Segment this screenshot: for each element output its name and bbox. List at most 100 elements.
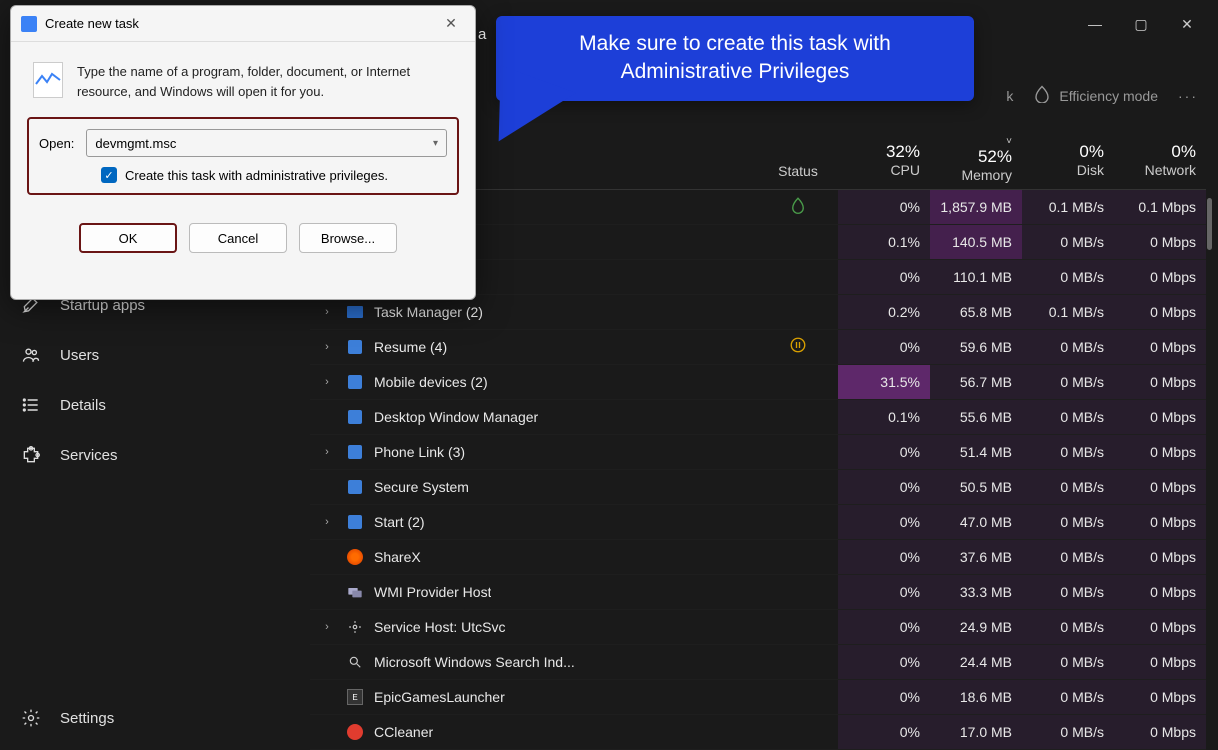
process-icon: E bbox=[346, 688, 364, 706]
leaf-icon bbox=[1033, 85, 1051, 106]
browse-button[interactable]: Browse... bbox=[299, 223, 397, 253]
maximize-button[interactable]: ▢ bbox=[1118, 8, 1164, 40]
disk-cell: 0 MB/s bbox=[1022, 260, 1114, 294]
process-icon bbox=[346, 408, 364, 426]
cpu-cell: 31.5% bbox=[838, 365, 930, 399]
dialog-app-icon bbox=[21, 16, 37, 32]
memory-cell: 140.5 MB bbox=[930, 225, 1022, 259]
expand-chevron-icon[interactable]: › bbox=[318, 621, 336, 633]
disk-cell: 0 MB/s bbox=[1022, 330, 1114, 364]
memory-cell: 47.0 MB bbox=[930, 505, 1022, 539]
process-row[interactable]: Microsoft Windows Search Ind...0%24.4 MB… bbox=[310, 645, 1206, 680]
memory-cell: 24.9 MB bbox=[930, 610, 1022, 644]
dialog-description: Type the name of a program, folder, docu… bbox=[77, 62, 453, 101]
network-cell: 0 Mbps bbox=[1114, 505, 1206, 539]
disk-cell: 0 MB/s bbox=[1022, 435, 1114, 469]
sidebar-label: Settings bbox=[60, 710, 114, 727]
cpu-cell: 0.1% bbox=[838, 225, 930, 259]
dialog-close-button[interactable]: ✕ bbox=[437, 10, 465, 38]
process-row[interactable]: WMI Provider Host0%33.3 MB0 MB/s0 Mbps bbox=[310, 575, 1206, 610]
process-icon bbox=[346, 653, 364, 671]
gear-icon bbox=[20, 707, 42, 729]
close-button[interactable]: ✕ bbox=[1164, 8, 1210, 40]
process-row[interactable]: ›Phone Link (3)0%51.4 MB0 MB/s0 Mbps bbox=[310, 435, 1206, 470]
more-button[interactable]: ··· bbox=[1178, 88, 1198, 104]
memory-cell: 65.8 MB bbox=[930, 295, 1022, 329]
disk-cell: 0 MB/s bbox=[1022, 680, 1114, 714]
sidebar-item-details[interactable]: Details bbox=[0, 380, 300, 430]
cpu-cell: 0.1% bbox=[838, 400, 930, 434]
process-row[interactable]: ›Start (2)0%47.0 MB0 MB/s0 Mbps bbox=[310, 505, 1206, 540]
process-status bbox=[758, 336, 838, 359]
sidebar-item-users[interactable]: Users bbox=[0, 330, 300, 380]
network-cell: 0 Mbps bbox=[1114, 680, 1206, 714]
run-icon bbox=[33, 62, 63, 98]
network-cell: 0 Mbps bbox=[1114, 365, 1206, 399]
process-name: Resume (4) bbox=[374, 339, 447, 355]
sidebar-item-services[interactable]: Services bbox=[0, 430, 300, 480]
open-combobox[interactable]: devmgmt.msc ▾ bbox=[86, 129, 447, 157]
chevron-down-icon[interactable]: ▾ bbox=[433, 138, 438, 149]
disk-cell: 0 MB/s bbox=[1022, 365, 1114, 399]
column-network[interactable]: 0% Network bbox=[1114, 130, 1206, 189]
admin-privileges-label: Create this task with administrative pri… bbox=[125, 168, 388, 183]
column-disk[interactable]: 0% Disk bbox=[1022, 130, 1114, 189]
sidebar-label: Services bbox=[60, 447, 118, 464]
cpu-cell: 0% bbox=[838, 505, 930, 539]
network-cell: 0 Mbps bbox=[1114, 540, 1206, 574]
disk-cell: 0.1 MB/s bbox=[1022, 190, 1114, 224]
process-row[interactable]: CCleaner0%17.0 MB0 MB/s0 Mbps bbox=[310, 715, 1206, 750]
ok-button[interactable]: OK bbox=[79, 223, 177, 253]
admin-privileges-checkbox[interactable]: ✓ bbox=[101, 167, 117, 183]
scrollbar-thumb[interactable] bbox=[1207, 198, 1212, 250]
process-name: WMI Provider Host bbox=[374, 584, 491, 600]
cancel-button[interactable]: Cancel bbox=[189, 223, 287, 253]
process-row[interactable]: ›Resume (4)0%59.6 MB0 MB/s0 Mbps bbox=[310, 330, 1206, 365]
cpu-cell: 0% bbox=[838, 610, 930, 644]
sidebar-label: Details bbox=[60, 397, 106, 414]
cpu-cell: 0% bbox=[838, 680, 930, 714]
process-row[interactable]: ›Task Manager (2)0.2%65.8 MB0.1 MB/s0 Mb… bbox=[310, 295, 1206, 330]
disk-cell: 0 MB/s bbox=[1022, 645, 1114, 679]
expand-chevron-icon[interactable]: › bbox=[318, 306, 336, 318]
dialog-titlebar: Create new task ✕ bbox=[11, 6, 475, 42]
column-status[interactable]: Status bbox=[758, 130, 838, 189]
process-row[interactable]: Secure System0%50.5 MB0 MB/s0 Mbps bbox=[310, 470, 1206, 505]
expand-chevron-icon[interactable]: › bbox=[318, 516, 336, 528]
expand-chevron-icon[interactable]: › bbox=[318, 446, 336, 458]
minimize-button[interactable]: — bbox=[1072, 8, 1118, 40]
disk-cell: 0 MB/s bbox=[1022, 715, 1114, 749]
sidebar-label: Users bbox=[60, 347, 99, 364]
cpu-cell: 0% bbox=[838, 540, 930, 574]
column-memory[interactable]: ˅ 52% Memory bbox=[930, 130, 1022, 189]
open-label: Open: bbox=[39, 136, 74, 151]
network-cell: 0 Mbps bbox=[1114, 330, 1206, 364]
memory-cell: 59.6 MB bbox=[930, 330, 1022, 364]
process-row[interactable]: ›Mobile devices (2)31.5%56.7 MB0 MB/s0 M… bbox=[310, 365, 1206, 400]
memory-cell: 17.0 MB bbox=[930, 715, 1022, 749]
sidebar: Startup apps Users Details Services bbox=[0, 280, 300, 480]
sort-indicator-icon: ˅ bbox=[940, 136, 1012, 147]
process-icon bbox=[346, 618, 364, 636]
column-cpu[interactable]: 32% CPU bbox=[838, 130, 930, 189]
memory-cell: 110.1 MB bbox=[930, 260, 1022, 294]
disk-cell: 0 MB/s bbox=[1022, 400, 1114, 434]
process-name: CCleaner bbox=[374, 724, 433, 740]
sidebar-item-settings[interactable]: Settings bbox=[0, 693, 300, 743]
puzzle-icon bbox=[20, 444, 42, 466]
process-icon bbox=[346, 373, 364, 391]
process-row[interactable]: Desktop Window Manager0.1%55.6 MB0 MB/s0… bbox=[310, 400, 1206, 435]
expand-chevron-icon[interactable]: › bbox=[318, 376, 336, 388]
process-row[interactable]: EEpicGamesLauncher0%18.6 MB0 MB/s0 Mbps bbox=[310, 680, 1206, 715]
highlighted-input-area: Open: devmgmt.msc ▾ ✓ Create this task w… bbox=[27, 117, 459, 195]
expand-chevron-icon[interactable]: › bbox=[318, 341, 336, 353]
cpu-cell: 0% bbox=[838, 575, 930, 609]
cpu-cell: 0% bbox=[838, 260, 930, 294]
dialog-title-text: Create new task bbox=[45, 16, 139, 31]
efficiency-mode-button[interactable]: Efficiency mode bbox=[1033, 85, 1158, 106]
process-row[interactable]: ›Service Host: UtcSvc0%24.9 MB0 MB/s0 Mb… bbox=[310, 610, 1206, 645]
cpu-cell: 0.2% bbox=[838, 295, 930, 329]
memory-cell: 50.5 MB bbox=[930, 470, 1022, 504]
process-row[interactable]: ShareX0%37.6 MB0 MB/s0 Mbps bbox=[310, 540, 1206, 575]
cpu-cell: 0% bbox=[838, 435, 930, 469]
